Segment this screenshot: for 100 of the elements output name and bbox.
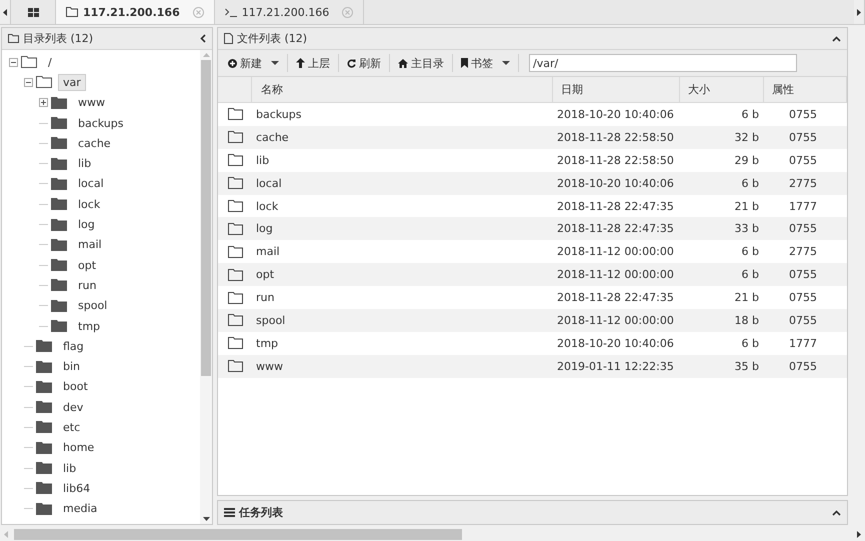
file-name[interactable]: www [256, 360, 283, 373]
toolbar-button[interactable]: 书签 [455, 52, 516, 74]
permissions: 0755 [789, 222, 817, 236]
home-tab[interactable] [11, 0, 56, 24]
tree-item[interactable]: backups [73, 114, 128, 132]
tree-item[interactable]: / [43, 54, 57, 71]
permissions: 1777 [789, 336, 817, 350]
folder-icon [228, 360, 242, 372]
tree-item[interactable]: media [58, 500, 102, 518]
collapse-icon[interactable] [832, 36, 841, 42]
scroll-left-button[interactable] [0, 0, 11, 24]
tree-item[interactable]: log [73, 216, 100, 234]
folder-icon [51, 178, 67, 190]
file-name[interactable]: mail [256, 245, 280, 258]
file-name[interactable]: cache [256, 130, 289, 144]
tree-item[interactable]: bin [58, 358, 86, 376]
file-size: 6 b [742, 108, 759, 121]
tree-item[interactable]: lib64 [58, 480, 96, 497]
expand-toggle-icon[interactable] [39, 98, 48, 108]
vertical-scrollbar[interactable] [200, 50, 212, 524]
folder-icon [36, 482, 52, 494]
tree-item[interactable]: lock [73, 196, 106, 213]
file-size: 21 b [734, 200, 759, 212]
folder-icon [21, 56, 37, 68]
connection-tab[interactable]: 117.21.200.166 [56, 0, 215, 24]
tree-item[interactable]: dev [58, 398, 88, 416]
tree-item[interactable]: mail [73, 236, 107, 254]
expand-icon[interactable] [832, 510, 841, 516]
list-icon [224, 508, 235, 517]
folder-icon [228, 292, 242, 304]
tree-item[interactable]: lib [73, 155, 96, 172]
tree-item[interactable]: var [58, 74, 86, 91]
expand-toggle-icon[interactable] [9, 58, 18, 67]
toolbar-button[interactable]: 上层 [290, 52, 336, 74]
file-size: 6 b [742, 176, 759, 190]
permissions: 0755 [789, 291, 817, 304]
folder-icon [51, 218, 67, 231]
tree-item[interactable]: flag [58, 338, 89, 355]
down-triangle-icon[interactable] [202, 517, 210, 521]
modified-date: 2018-11-12 00:00:00 [557, 314, 674, 327]
folder-icon [51, 137, 67, 150]
file-size: 21 b [734, 291, 759, 304]
grid-icon [28, 8, 38, 16]
permissions: 0755 [789, 268, 817, 282]
folder-icon [51, 238, 67, 251]
file-size: 6 b [742, 245, 759, 258]
terminal-icon [224, 8, 237, 16]
file-size: 35 b [734, 360, 759, 373]
document-icon [224, 33, 233, 44]
tree-item[interactable]: lib [58, 460, 82, 477]
file-name[interactable]: lock [256, 200, 278, 212]
plus-circle-icon [228, 58, 237, 68]
modified-date: 2018-11-12 00:00:00 [557, 268, 674, 282]
tree-item[interactable]: etc [58, 418, 86, 436]
modified-date: 2018-11-12 00:00:00 [557, 245, 674, 258]
tree-item[interactable]: run [73, 276, 102, 294]
connection-tab[interactable]: 117.21.200.166 [214, 0, 364, 24]
permissions: 0755 [789, 130, 817, 144]
file-name[interactable]: run [256, 291, 274, 304]
tree-item[interactable]: boot [58, 378, 93, 396]
right-triangle-icon[interactable] [857, 530, 861, 538]
folder-icon [36, 442, 52, 454]
tree-item[interactable]: local [73, 175, 109, 192]
expand-toggle-icon[interactable] [24, 78, 33, 87]
folder-icon [51, 117, 67, 130]
file-size: 32 b [734, 130, 759, 144]
tree-item[interactable]: cache [73, 134, 116, 152]
collapse-icon[interactable] [200, 34, 206, 43]
tree-item[interactable]: home [58, 439, 100, 456]
file-size: 6 b [742, 268, 759, 282]
column-header[interactable]: 属性 [764, 77, 847, 102]
column-header[interactable]: 名称 [252, 77, 553, 102]
path-field[interactable]: /var/ [529, 54, 797, 72]
file-name[interactable]: spool [256, 314, 286, 327]
column-header[interactable]: 大小 [680, 77, 764, 102]
folder-icon [8, 34, 19, 43]
permissions: 2775 [789, 245, 817, 258]
folder-icon [51, 320, 67, 332]
file-name[interactable]: tmp [256, 336, 278, 350]
modified-date: 2019-01-11 12:22:35 [557, 360, 674, 373]
file-name[interactable]: log [256, 222, 273, 236]
file-name[interactable]: backups [256, 108, 302, 121]
file-size: 29 b [734, 154, 759, 167]
toolbar-button[interactable]: 刷新 [341, 52, 387, 74]
scroll-right-button[interactable] [854, 0, 865, 24]
column-header[interactable]: 日期 [553, 77, 680, 102]
file-size: 6 b [742, 336, 759, 350]
tree-item[interactable]: spool [73, 297, 112, 314]
panel-title: 文件列表 (12) [237, 31, 308, 46]
tree-item[interactable]: www [73, 94, 110, 112]
tree-item[interactable]: tmp [73, 318, 106, 334]
toolbar-button[interactable]: 新建 [222, 52, 285, 74]
file-name[interactable]: opt [256, 268, 274, 282]
folder-icon [51, 198, 67, 210]
toolbar-button[interactable]: 主目录 [392, 52, 450, 74]
file-name[interactable]: local [256, 176, 282, 190]
tree-item[interactable]: opt [73, 256, 102, 274]
folder-icon [36, 360, 52, 373]
folder-icon [66, 7, 78, 17]
file-name[interactable]: lib [256, 154, 270, 167]
